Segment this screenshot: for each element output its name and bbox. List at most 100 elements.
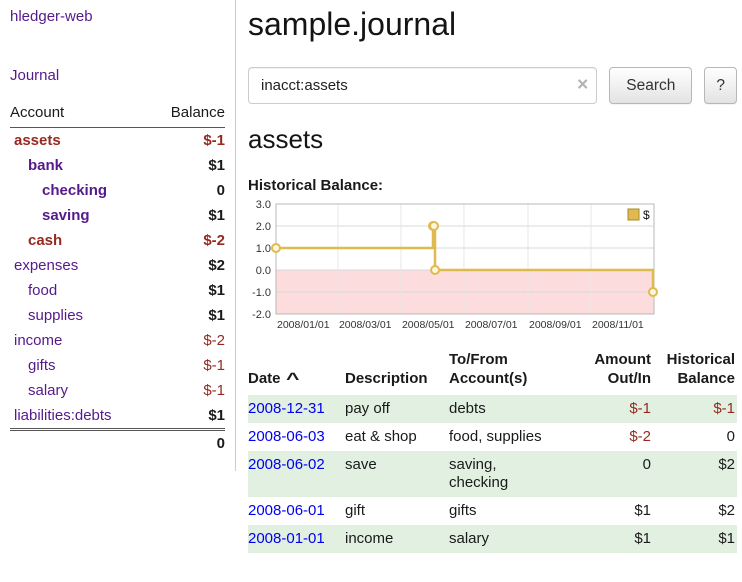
account-balance: $-1 [150,378,225,403]
main-content: sample.journal × Search ? assets Histori… [248,0,737,553]
account-link[interactable]: cash [28,232,62,249]
register-date-cell: 2008-06-02 [248,451,345,497]
register-date-link[interactable]: 2008-06-01 [248,502,325,519]
account-row: food$1 [10,278,225,303]
register-date-link[interactable]: 2008-06-02 [248,456,325,473]
register-description-cell: save [345,451,449,497]
register-row: 2008-12-31pay offdebts$-1$-1 [248,395,737,423]
register-row: 2008-06-03eat & shopfood, supplies$-20 [248,423,737,451]
register-amount-cell: $1 [584,497,661,525]
register-header-description: Description [345,348,449,395]
account-row: checking0 [10,178,225,203]
register-date-link[interactable]: 2008-12-31 [248,400,325,417]
account-name-cell: liabilities:debts [10,403,150,430]
register-date-cell: 2008-01-01 [248,525,345,553]
register-balance-cell: $2 [661,451,737,497]
account-row: income$-2 [10,328,225,353]
register-description-cell: eat & shop [345,423,449,451]
chart-legend-label: $ [643,208,650,222]
register-balance-cell: 0 [661,423,737,451]
y-tick-label: -2.0 [252,309,271,321]
account-link[interactable]: gifts [28,357,56,374]
account-link[interactable]: food [28,282,57,299]
accounts-table-body: assets$-1bank$1checking0saving$1cash$-2e… [10,128,225,430]
register-date-cell: 2008-12-31 [248,395,345,423]
account-name-cell: assets [10,128,150,154]
account-name-cell: income [10,328,150,353]
account-name-cell: checking [10,178,150,203]
register-account-cell: debts [449,395,584,423]
register-row: 2008-01-01incomesalary$1$1 [248,525,737,553]
y-tick-label: 2.0 [256,221,271,233]
accounts-total-row: 0 [10,430,225,457]
register-date-link[interactable]: 2008-06-03 [248,428,325,445]
account-link[interactable]: salary [28,382,68,399]
register-date-cell: 2008-06-01 [248,497,345,525]
account-heading: assets [248,124,737,155]
register-header-date[interactable]: Date^ [248,348,345,395]
clear-search-icon[interactable]: × [577,75,588,94]
chart-point-marker [649,288,657,296]
search-bar: × Search ? [248,67,737,104]
account-row: bank$1 [10,153,225,178]
account-row: expenses$2 [10,253,225,278]
account-row: supplies$1 [10,303,225,328]
register-description-cell: gift [345,497,449,525]
register-header-account: To/From Account(s) [449,348,584,395]
chart-legend-swatch [628,209,639,220]
register-date-link[interactable]: 2008-01-01 [248,530,325,547]
register-header-amount: Amount Out/In [584,348,661,395]
y-tick-label: 0.0 [256,265,271,277]
register-amount-cell: $1 [584,525,661,553]
account-link[interactable]: checking [42,182,107,199]
sort-asc-icon: ^ [286,369,299,388]
register-description-cell: income [345,525,449,553]
search-button[interactable]: Search [609,67,692,104]
register-header-balance: Historical Balance [661,348,737,395]
account-link[interactable]: liabilities:debts [14,407,112,424]
help-button[interactable]: ? [704,67,737,104]
account-link[interactable]: expenses [14,257,78,274]
chart-point-marker [430,222,438,230]
y-tick-label: -1.0 [252,287,271,299]
account-link[interactable]: saving [42,207,90,224]
x-tick-label: 2008/01/01 [277,319,330,331]
account-row: gifts $-1 [10,353,225,378]
register-account-cell: salary [449,525,584,553]
account-row: saving $1 [10,203,225,228]
search-box: × [248,67,597,104]
account-row: cash$-2 [10,228,225,253]
balance-chart: 3.02.01.00.0-1.0-2.02008/01/012008/03/01… [248,198,660,332]
account-name-cell: gifts [10,353,150,378]
account-link[interactable]: bank [28,157,63,174]
account-row: liabilities:debts$1 [10,403,225,430]
journal-nav-link[interactable]: Journal [10,67,59,84]
account-name-cell: expenses [10,253,150,278]
page-title: sample.journal [248,6,737,43]
account-name-cell: food [10,278,150,303]
x-tick-label: 2008/07/01 [465,319,518,331]
account-row: assets$-1 [10,128,225,154]
account-name-cell: bank [10,153,150,178]
account-row: salary $-1 [10,378,225,403]
account-link[interactable]: assets [14,132,61,149]
accounts-total-spacer [10,430,150,457]
account-balance: $-1 [150,353,225,378]
account-name-cell: cash [10,228,150,253]
account-name-cell: supplies [10,303,150,328]
x-tick-label: 2008/09/01 [529,319,582,331]
account-link[interactable]: income [14,332,62,349]
y-tick-label: 3.0 [256,199,271,211]
chart-point-marker [272,244,280,252]
app-title-link[interactable]: hledger-web [10,8,93,25]
x-tick-label: 2008/11/01 [592,319,644,331]
search-input[interactable] [248,67,597,104]
register-amount-cell: $-1 [584,395,661,423]
register-balance-cell: $1 [661,525,737,553]
register-balance-cell: $2 [661,497,737,525]
account-balance: $1 [150,203,225,228]
register-header-row: Date^ Description To/From Account(s) Amo… [248,348,737,395]
chart-point-marker [431,266,439,274]
register-row: 2008-06-01giftgifts$1$2 [248,497,737,525]
account-link[interactable]: supplies [28,307,83,324]
